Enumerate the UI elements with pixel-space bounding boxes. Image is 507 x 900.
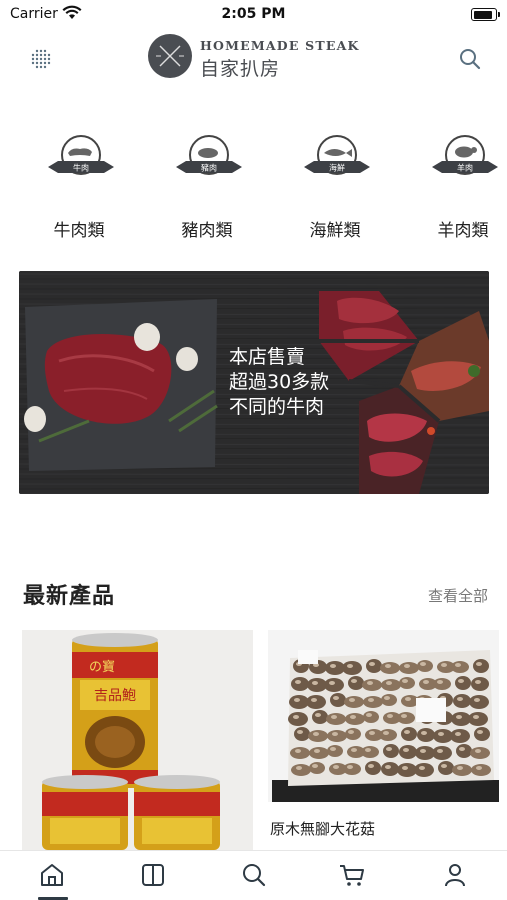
- logo-text-chinese: 自家扒房: [200, 58, 281, 80]
- profile-icon[interactable]: [440, 860, 470, 890]
- category-label: 羊肉類: [437, 221, 489, 241]
- cart-icon[interactable]: [337, 860, 367, 890]
- product-name: 原木無腳大花菇: [270, 820, 376, 838]
- category-pork[interactable]: 豬肉 豬肉類: [152, 128, 262, 243]
- home-icon[interactable]: [37, 860, 67, 890]
- lamb-badge-icon: 羊肉: [432, 135, 498, 175]
- cow-badge-icon: 牛肉: [48, 135, 114, 175]
- can-brand-text: 吉品鮑: [94, 688, 136, 704]
- banner-caption: 本店售賣 超過30多款 不同的牛肉: [229, 345, 329, 420]
- can-top-text: の寶: [89, 659, 115, 675]
- brand-logo[interactable]: HOMEMADE STEAK 自家扒房: [148, 32, 368, 80]
- category-label: 海鮮類: [309, 221, 361, 241]
- banner-line-2: 超過30多款: [229, 371, 330, 393]
- fish-badge-icon: 海鮮: [304, 135, 370, 175]
- battery-icon: [471, 8, 500, 21]
- category-row: 牛肉 牛肉類 豬肉 豬肉類 海鮮 海鮮類 羊肉 羊肉類: [0, 128, 507, 243]
- category-seafood[interactable]: 海鮮 海鮮類: [280, 128, 390, 243]
- badge-text: 豬肉: [201, 163, 217, 173]
- badge-text: 海鮮: [329, 163, 345, 173]
- badge-text: 牛肉: [73, 163, 89, 173]
- search-icon[interactable]: [239, 860, 269, 890]
- clock: 2:05 PM: [221, 6, 286, 22]
- product-image: 吉品鮑 の寶: [22, 630, 253, 850]
- book-icon[interactable]: [138, 860, 168, 890]
- banner-line-3: 不同的牛肉: [229, 396, 325, 418]
- banner-line-1: 本店售賣: [229, 346, 306, 368]
- section-title: 最新產品: [23, 584, 116, 609]
- bottom-tab-bar: [0, 850, 507, 900]
- search-icon[interactable]: [457, 46, 483, 72]
- logo-text-english: HOMEMADE STEAK: [200, 38, 360, 53]
- logo-emblem: [148, 34, 192, 78]
- promo-banner[interactable]: 本店售賣 超過30多款 不同的牛肉: [19, 271, 489, 494]
- product-image: [268, 630, 499, 802]
- pig-badge-icon: 豬肉: [176, 135, 242, 175]
- app-header: HOMEMADE STEAK 自家扒房: [0, 28, 507, 88]
- status-bar: Carrier 2:05 PM: [0, 0, 507, 28]
- category-label: 牛肉類: [53, 221, 105, 241]
- badge-text: 羊肉: [457, 163, 473, 173]
- category-label: 豬肉類: [181, 221, 233, 241]
- grid-dots-icon[interactable]: [28, 46, 54, 72]
- category-beef[interactable]: 牛肉 牛肉類: [24, 128, 134, 243]
- see-all-link[interactable]: 查看全部: [428, 585, 488, 606]
- category-lamb[interactable]: 羊肉 羊肉類: [408, 128, 507, 243]
